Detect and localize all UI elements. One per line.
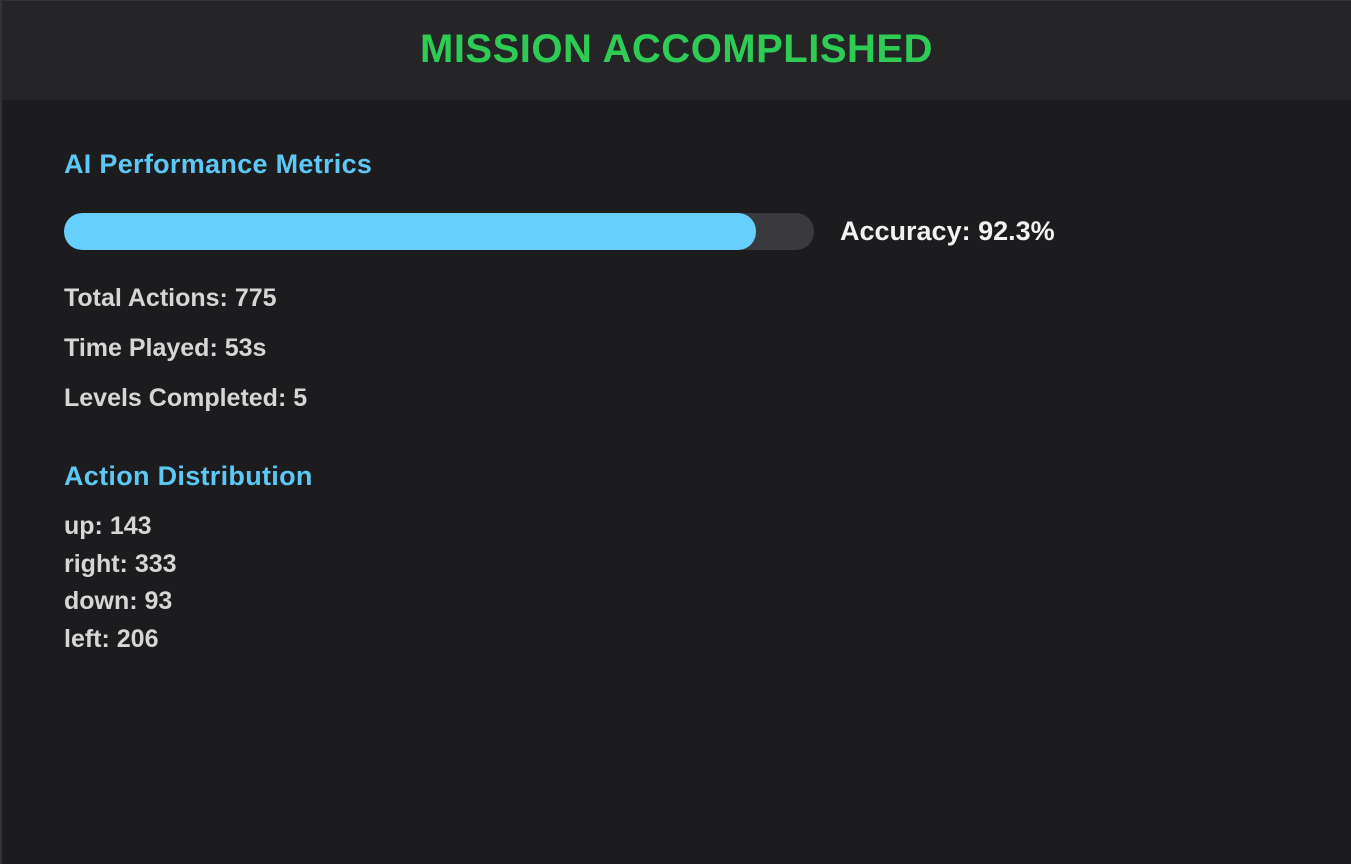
levels-completed-stat: Levels Completed: 5 — [64, 384, 308, 412]
distribution-item-up: up: 143 — [64, 512, 152, 540]
distribution-item-down: down: 93 — [64, 587, 173, 615]
distribution-item-right: right: 333 — [64, 549, 177, 578]
mission-title: MISSION ACCOMPLISHED — [420, 27, 933, 71]
metrics-title: AI Performance Metrics — [64, 149, 373, 179]
distribution-title: Action Distribution — [64, 461, 313, 491]
distribution-item-left: left: 206 — [64, 624, 159, 653]
header-bar: MISSION ACCOMPLISHED — [2, 1, 1351, 100]
accuracy-progress-bar — [64, 213, 814, 250]
distribution-list: up: 143 right: 333 down: 93 left: 206 — [64, 509, 177, 659]
total-actions-stat: Total Actions: 775 — [64, 284, 277, 312]
accuracy-label: Accuracy: 92.3% — [840, 216, 1055, 246]
time-played-stat: Time Played: 53s — [64, 334, 267, 362]
accuracy-progress-fill — [64, 213, 757, 250]
results-panel: MISSION ACCOMPLISHED AI Performance Metr… — [0, 0, 1351, 864]
accuracy-row: Accuracy: 92.3% — [64, 213, 1055, 250]
